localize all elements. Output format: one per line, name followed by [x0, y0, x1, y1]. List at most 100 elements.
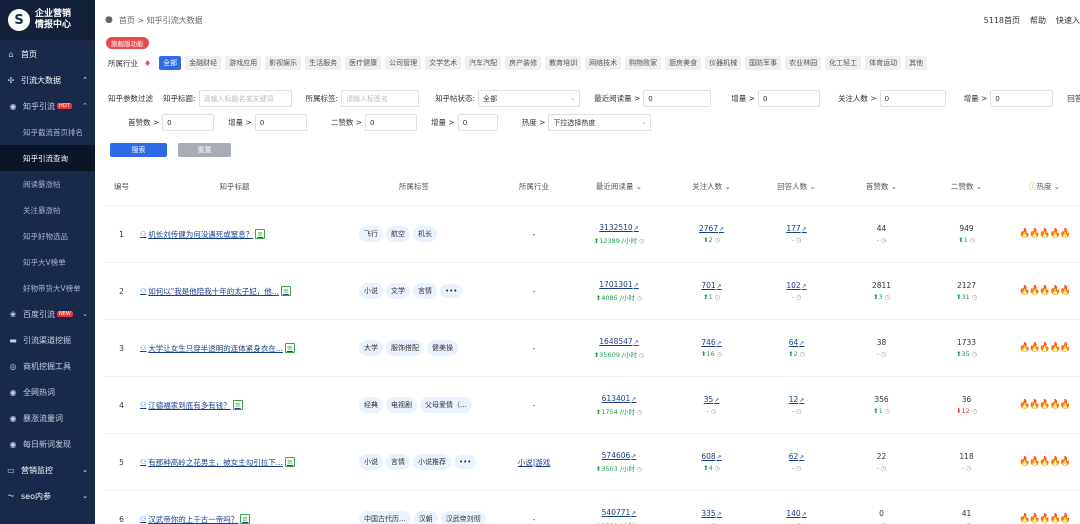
l2-input[interactable]: 0	[365, 114, 418, 131]
read-input[interactable]: 0	[643, 90, 712, 107]
l1-input[interactable]: 0	[162, 114, 215, 131]
title-input[interactable]: 请输入标题名或关键词	[198, 90, 292, 107]
col-read[interactable]: 最近阅读量 ⌄	[569, 181, 669, 192]
sidebar-item-4[interactable]: ◉ 每日新词发现	[0, 431, 95, 457]
tag-chip[interactable]: 小说	[359, 454, 383, 470]
row-title-link[interactable]: ⚇ 机长刘传健为何没遇死或窒息？ ≡	[140, 229, 329, 240]
follow-input[interactable]: 0	[879, 90, 946, 107]
tag-chip[interactable]: •••	[440, 284, 463, 298]
industry-tag[interactable]: 农业林园	[785, 56, 822, 70]
row-title-link[interactable]: ⚇ 汉武帝你的上千古一帝吗？ ≡	[140, 514, 329, 524]
tag-chip[interactable]: •••	[454, 455, 477, 469]
document-icon[interactable]: ≡	[280, 286, 291, 296]
industry-tag[interactable]: 生活服务	[305, 56, 342, 70]
industry-tag[interactable]: 医疗健康	[345, 56, 382, 70]
read-inc-input[interactable]: 0	[757, 90, 820, 107]
stat-value[interactable]: 574606↗	[569, 451, 669, 460]
stat-value[interactable]: 1701301↗	[569, 280, 669, 289]
stat-value[interactable]: 3132510↗	[569, 223, 669, 232]
industry-tag[interactable]: 文学艺术	[425, 56, 462, 70]
industry-tag[interactable]: 其他	[905, 56, 928, 70]
tag-chip[interactable]: 大学	[359, 340, 383, 356]
industry-tag[interactable]: 全部	[159, 56, 182, 70]
tag-chip[interactable]: 航空	[386, 226, 410, 242]
industry-tag[interactable]: 金融财经	[185, 56, 222, 70]
link-help[interactable]: 帮助	[1030, 15, 1046, 26]
col-heat[interactable]: ⓘ热度 ⌄	[1009, 181, 1080, 192]
tag-chip[interactable]: 电视剧	[386, 397, 417, 413]
tag-chip[interactable]: 汉朝	[413, 511, 438, 524]
stat-value[interactable]: 540771↗	[569, 508, 669, 517]
nav-home[interactable]: ⌂ 首页	[0, 41, 95, 67]
tag-chip[interactable]: 小说推荐	[413, 454, 451, 470]
tag-chip[interactable]: 机长	[413, 226, 437, 242]
nav-seo[interactable]: ⏦ seo内参 ⌄	[0, 483, 95, 509]
industry-tag[interactable]: 购物败家	[625, 56, 662, 70]
sidebar-item-1[interactable]: ◎ 商机挖掘工具	[0, 353, 95, 379]
document-icon[interactable]: ≡	[284, 343, 295, 353]
link-quick-entry[interactable]: 快速入	[1056, 15, 1080, 26]
logo[interactable]: S 企业营销 情报中心	[0, 0, 95, 40]
industry-tag[interactable]: 公司管理	[385, 56, 422, 70]
breadcrumb[interactable]: 首页 > 知乎引流大数据	[119, 15, 203, 26]
l1-inc-input[interactable]: 0	[254, 114, 307, 131]
stat-value[interactable]: 335↗	[669, 509, 754, 518]
stat-value[interactable]: 102↗	[754, 281, 839, 290]
col-answer[interactable]: 回答人数 ⌄	[754, 181, 839, 192]
col-l1[interactable]: 首赞数 ⌄	[839, 181, 924, 192]
nav-zhihu-traffic[interactable]: ◉ 知乎引流 HOT ⌃	[0, 93, 95, 119]
tag-chip[interactable]: 言情	[386, 454, 410, 470]
status-select[interactable]: 全部 ⌄	[478, 90, 581, 107]
stat-value[interactable]: 62↗	[754, 452, 839, 461]
stat-value[interactable]: 12↗	[754, 395, 839, 404]
sidebar-sub-item[interactable]: 知乎截流首页排名	[0, 119, 95, 145]
reset-button[interactable]: 重置	[178, 143, 231, 157]
search-button[interactable]: 搜索	[110, 143, 167, 157]
link-5118-home[interactable]: 5118首页	[984, 15, 1020, 26]
industry-tag[interactable]: 网络技术	[585, 56, 622, 70]
sidebar-item-3[interactable]: ◉ 暴涨流量词	[0, 405, 95, 431]
sidebar-item-2[interactable]: ◉ 全网热词	[0, 379, 95, 405]
stat-value[interactable]: 701↗	[669, 281, 754, 290]
document-icon[interactable]: ≡	[232, 400, 243, 410]
industry-tag[interactable]: 教育培训	[545, 56, 582, 70]
stat-value[interactable]: 2767↗	[669, 224, 754, 233]
l2-inc-input[interactable]: 0	[457, 114, 498, 131]
document-icon[interactable]: ≡	[284, 457, 295, 467]
sidebar-sub-item[interactable]: 好物带货大V榜单	[0, 275, 95, 301]
follow-inc-input[interactable]: 0	[990, 90, 1054, 107]
tag-chip[interactable]: 健美操	[427, 340, 458, 356]
sidebar-item-0[interactable]: ▬ 引流渠道挖掘	[0, 327, 95, 353]
tag-chip[interactable]: 言情	[413, 283, 437, 299]
stat-value[interactable]: 1648547↗	[569, 337, 669, 346]
tag-chip[interactable]: 文学	[386, 283, 410, 299]
sidebar-sub-item[interactable]: 知乎好物选品	[0, 223, 95, 249]
tag-chip[interactable]: 服饰搭配	[386, 340, 424, 356]
stat-value[interactable]: 35↗	[669, 395, 754, 404]
row-title-link[interactable]: ⚇ 有那种高岭之花男主，被女主勾引拉下... ≡	[140, 457, 329, 468]
tag-chip[interactable]: 中国古代历...	[359, 511, 411, 524]
stat-value[interactable]: 746↗	[669, 338, 754, 347]
row-title-link[interactable]: ⚇ 江德福家到底有多有钱？ ≡	[140, 400, 329, 411]
row-industry[interactable]: 小说|游戏	[518, 458, 551, 467]
industry-tag[interactable]: 影视娱乐	[265, 56, 302, 70]
document-icon[interactable]: ≡	[255, 229, 266, 239]
tag-chip[interactable]: 父母爱情（...	[420, 397, 472, 413]
sidebar-sub-item[interactable]: 知乎引流查询	[0, 145, 95, 171]
nav-marketing[interactable]: ▭ 营销监控 ⌄	[0, 457, 95, 483]
stat-value[interactable]: 613401↗	[569, 394, 669, 403]
col-follow[interactable]: 关注人数 ⌄	[669, 181, 754, 192]
row-title-link[interactable]: ⚇ 大学让女生只穿半透明的连体紧身衣在... ≡	[140, 343, 329, 354]
sidebar-sub-item[interactable]: 知乎大V榜单	[0, 249, 95, 275]
col-l2[interactable]: 二赞数 ⌄	[924, 181, 1009, 192]
sidebar-sub-item[interactable]: 关注暴涨帖	[0, 197, 95, 223]
sidebar-sub-item[interactable]: 阅读暴涨帖	[0, 171, 95, 197]
tag-chip[interactable]: 经典	[359, 397, 383, 413]
industry-tag[interactable]: 房产装修	[505, 56, 542, 70]
tag-chip[interactable]: 小说	[359, 283, 383, 299]
industry-tag[interactable]: 体育运动	[865, 56, 902, 70]
industry-tag[interactable]: 国防军事	[745, 56, 782, 70]
heat-select[interactable]: 下拉选择热度 ⌄	[548, 114, 652, 131]
document-icon[interactable]: ≡	[240, 514, 251, 524]
stat-value[interactable]: 64↗	[754, 338, 839, 347]
